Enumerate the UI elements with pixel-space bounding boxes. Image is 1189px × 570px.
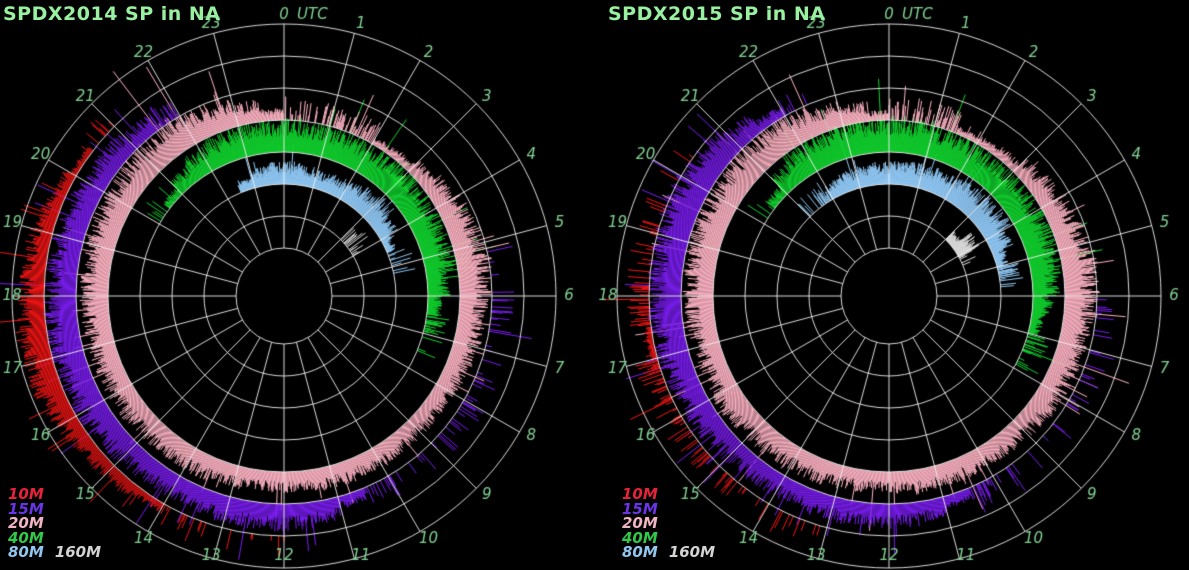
chart-title-2014: SPDX2014 SP in NA [3, 3, 221, 25]
legend-item-80m: 80M [8, 543, 44, 561]
chart-title-2015: SPDX2015 SP in NA [608, 3, 826, 25]
legend-item-80m: 80M [622, 543, 658, 561]
legend-item-160m: 160M [669, 543, 715, 561]
legend-item-160m: 160M [55, 543, 101, 561]
chart-region-2014 [0, 0, 594, 570]
legend-2014: 10M 15M 20M 40M 80M160M [8, 487, 101, 560]
legend-2015: 10M 15M 20M 40M 80M160M [622, 487, 715, 560]
propagation-clock-page: { "titles": { "left": "SPDX2014 SP in NA… [0, 0, 1189, 570]
chart-region-2015 [595, 0, 1189, 570]
